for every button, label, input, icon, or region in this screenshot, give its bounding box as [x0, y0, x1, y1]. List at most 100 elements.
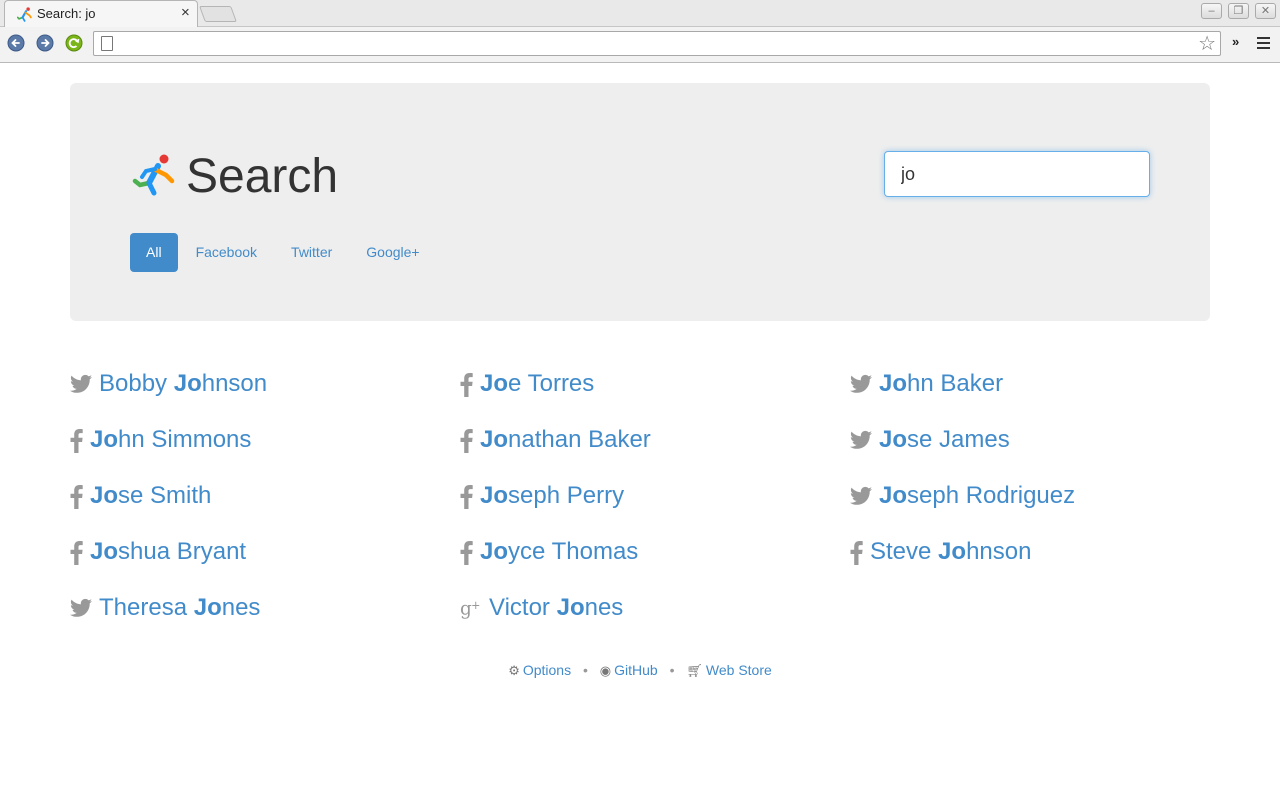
- result-name-suffix: hnson: [201, 370, 268, 397]
- result-name-match: Jo: [480, 426, 509, 453]
- browser-toolbar: ☆ »: [0, 28, 1280, 62]
- result-name-suffix: e Torres: [508, 370, 595, 397]
- result-name: Joshua Bryant: [90, 538, 246, 566]
- facebook-icon: [70, 429, 84, 453]
- tab-close-icon[interactable]: ×: [181, 4, 190, 21]
- result-item[interactable]: Jonathan Baker: [460, 416, 651, 464]
- facebook-icon: [460, 429, 474, 453]
- result-item[interactable]: Joseph Rodriguez: [850, 472, 1075, 520]
- result-name-prefix: Victor: [489, 594, 557, 621]
- result-name: Jonathan Baker: [480, 426, 651, 454]
- forward-button[interactable]: [36, 34, 54, 52]
- result-name-prefix: Theresa: [99, 594, 194, 621]
- result-name: Joyce Thomas: [480, 538, 638, 566]
- result-item[interactable]: Steve Johnson: [850, 528, 1031, 576]
- new-tab-button[interactable]: [199, 6, 237, 22]
- tab-strip: Search: jo × – ❐ ✕: [0, 0, 1280, 27]
- result-name: Jose Smith: [90, 482, 211, 510]
- result-name-match: Jo: [879, 370, 908, 397]
- footer: ⚙ Options • ◉ GitHub • 🛒︎ Web Store: [0, 662, 1280, 679]
- browser-tab[interactable]: Search: jo ×: [4, 0, 198, 27]
- back-arrow-icon: [7, 34, 25, 52]
- result-item[interactable]: John Baker: [850, 360, 1003, 408]
- tab-title: Search: jo: [37, 6, 96, 21]
- reload-button[interactable]: [65, 34, 83, 52]
- result-name: John Baker: [879, 370, 1003, 398]
- reload-icon: [65, 34, 83, 52]
- filter-tab-google[interactable]: Google+: [350, 233, 435, 272]
- gear-icon: ⚙: [508, 663, 520, 678]
- result-item[interactable]: g + Victor Jones: [460, 584, 623, 632]
- window-close-button[interactable]: ✕: [1255, 3, 1276, 19]
- result-name: Joseph Perry: [480, 482, 624, 510]
- result-name: Joseph Rodriguez: [879, 482, 1075, 510]
- browser-chrome: Search: jo × – ❐ ✕ ☆ »: [0, 0, 1280, 63]
- result-item[interactable]: Joseph Perry: [460, 472, 624, 520]
- twitter-icon: [850, 429, 872, 451]
- facebook-icon: [460, 373, 474, 397]
- github-link[interactable]: GitHub: [614, 662, 658, 678]
- options-link[interactable]: Options: [523, 662, 571, 678]
- result-name-suffix: hnson: [966, 538, 1032, 565]
- page-title: Search: [186, 150, 339, 203]
- result-name-suffix: shua Bryant: [118, 538, 247, 565]
- search-header: Search AllFacebookTwitterGoogle+: [70, 83, 1210, 321]
- result-name: Theresa Jones: [99, 594, 260, 622]
- result-name: Steve Johnson: [870, 538, 1031, 566]
- result-name-match: Jo: [480, 538, 509, 565]
- result-name-match: Jo: [480, 482, 509, 509]
- result-name-prefix: Steve: [870, 538, 939, 565]
- forward-arrow-icon: [36, 34, 54, 52]
- result-name-suffix: nathan Baker: [508, 426, 651, 453]
- filter-tab-twitter[interactable]: Twitter: [275, 233, 348, 272]
- result-name: John Simmons: [90, 426, 251, 454]
- result-item[interactable]: Joyce Thomas: [460, 528, 638, 576]
- result-item[interactable]: Jose Smith: [70, 472, 211, 520]
- facebook-icon: [460, 485, 474, 509]
- facebook-icon: [850, 541, 864, 565]
- result-item[interactable]: Joe Torres: [460, 360, 594, 408]
- result-name-match: Jo: [879, 426, 908, 453]
- runner-logo-icon: [132, 154, 175, 196]
- result-name-match: Jo: [879, 482, 908, 509]
- bookmark-star-icon[interactable]: ☆: [1198, 33, 1216, 55]
- filter-tab-all[interactable]: All: [130, 233, 178, 272]
- extensions-overflow-icon[interactable]: »: [1232, 34, 1239, 49]
- result-item[interactable]: Jose James: [850, 416, 1010, 464]
- result-name-match: Jo: [90, 426, 119, 453]
- github-icon: ◉: [599, 663, 612, 678]
- twitter-icon: [70, 597, 92, 619]
- result-name-match: Jo: [90, 482, 119, 509]
- filter-tab-facebook[interactable]: Facebook: [180, 233, 273, 272]
- web-store-link[interactable]: Web Store: [706, 662, 772, 678]
- facebook-icon: [70, 485, 84, 509]
- result-name: Victor Jones: [489, 594, 623, 622]
- result-name: Jose James: [879, 426, 1010, 454]
- address-bar[interactable]: ☆: [93, 31, 1221, 56]
- result-item[interactable]: Bobby Johnson: [70, 360, 267, 408]
- result-item[interactable]: Joshua Bryant: [70, 528, 246, 576]
- result-name: Joe Torres: [480, 370, 594, 398]
- browser-menu-icon[interactable]: [1257, 37, 1270, 52]
- result-name-suffix: seph Perry: [508, 482, 625, 509]
- page-icon: [101, 36, 113, 51]
- result-name-suffix: hn Baker: [907, 370, 1004, 397]
- result-name: Bobby Johnson: [99, 370, 267, 398]
- footer-separator: •: [669, 662, 675, 678]
- footer-separator: •: [582, 662, 588, 678]
- result-name-suffix: yce Thomas: [508, 538, 639, 565]
- result-name-suffix: nes: [221, 594, 261, 621]
- result-name-suffix: seph Rodriguez: [907, 482, 1076, 509]
- result-item[interactable]: Theresa Jones: [70, 584, 260, 632]
- facebook-icon: [70, 541, 84, 565]
- minimize-button[interactable]: –: [1201, 3, 1222, 19]
- result-name-match: Jo: [556, 594, 585, 621]
- result-name-suffix: se Smith: [118, 482, 212, 509]
- result-name-prefix: Bobby: [99, 370, 174, 397]
- result-name-match: Jo: [90, 538, 119, 565]
- result-name-match: Jo: [938, 538, 967, 565]
- back-button[interactable]: [7, 34, 25, 52]
- result-item[interactable]: John Simmons: [70, 416, 251, 464]
- search-input[interactable]: [884, 151, 1150, 197]
- maximize-button[interactable]: ❐: [1228, 3, 1249, 19]
